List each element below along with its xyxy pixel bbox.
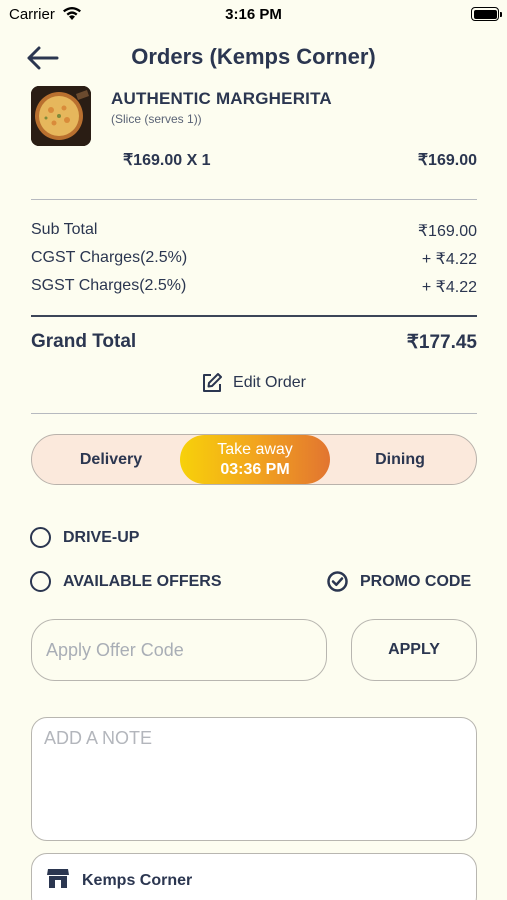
- grand-total-value: ₹177.45: [406, 332, 477, 353]
- store-name: Kemps Corner: [82, 872, 193, 889]
- mode-takeaway[interactable]: Take away 03:36 PM: [180, 435, 330, 484]
- store-card[interactable]: Kemps Corner: [31, 853, 477, 900]
- status-bar: Carrier 3:16 PM: [0, 0, 507, 30]
- sub-total-value: ₹169.00: [417, 223, 477, 240]
- drive-up-label: DRIVE-UP: [63, 528, 140, 546]
- divider: [31, 199, 477, 200]
- sgst-value: + ₹4.22: [421, 279, 477, 296]
- mode-takeaway-label: Take away: [217, 440, 293, 458]
- store-icon: [47, 869, 69, 888]
- header: Orders (Kemps Corner): [0, 40, 507, 76]
- item-quantity-price: ₹169.00 X 1: [123, 152, 211, 169]
- promo-code-label: PROMO CODE: [360, 572, 472, 590]
- edit-order-button[interactable]: Edit Order: [0, 372, 507, 394]
- offer-code-input[interactable]: [31, 619, 327, 681]
- edit-order-label: Edit Order: [233, 374, 306, 391]
- check-circle-icon[interactable]: [327, 571, 348, 592]
- battery-icon: [471, 7, 502, 21]
- mode-dining-label: Dining: [375, 450, 425, 468]
- edit-icon: [203, 373, 223, 392]
- radio-unchecked-icon[interactable]: [30, 527, 51, 548]
- item-variant: (Slice (serves 1)): [111, 112, 202, 126]
- available-offers-label: AVAILABLE OFFERS: [63, 572, 222, 590]
- divider: [31, 315, 477, 317]
- sgst-label: SGST Charges(2.5%): [31, 277, 187, 294]
- clock: 3:16 PM: [225, 6, 282, 23]
- cgst-label: CGST Charges(2.5%): [31, 249, 188, 266]
- drive-up-option[interactable]: DRIVE-UP: [30, 527, 139, 548]
- promo-code-option[interactable]: PROMO CODE: [327, 571, 471, 592]
- item-total: ₹169.00: [417, 152, 477, 169]
- mode-dining[interactable]: Dining: [324, 435, 476, 484]
- pizza-icon: [31, 86, 91, 146]
- apply-button[interactable]: APPLY: [351, 619, 477, 681]
- order-mode-toggle: Delivery Take away 03:36 PM Dining: [31, 434, 477, 485]
- cgst-value: + ₹4.22: [421, 251, 477, 268]
- sub-total-label: Sub Total: [31, 221, 98, 238]
- radio-unchecked-icon[interactable]: [30, 571, 51, 592]
- mode-delivery-label: Delivery: [79, 450, 143, 468]
- divider: [31, 413, 477, 414]
- item-image: [31, 86, 91, 146]
- note-textarea[interactable]: [31, 717, 477, 841]
- item-name: AUTHENTIC MARGHERITA: [111, 89, 332, 108]
- available-offers-option[interactable]: AVAILABLE OFFERS: [30, 571, 222, 592]
- mode-delivery[interactable]: Delivery: [32, 435, 190, 484]
- page-title: Orders (Kemps Corner): [131, 44, 376, 69]
- grand-total-label: Grand Total: [31, 331, 137, 352]
- mode-takeaway-time: 03:36 PM: [220, 460, 290, 478]
